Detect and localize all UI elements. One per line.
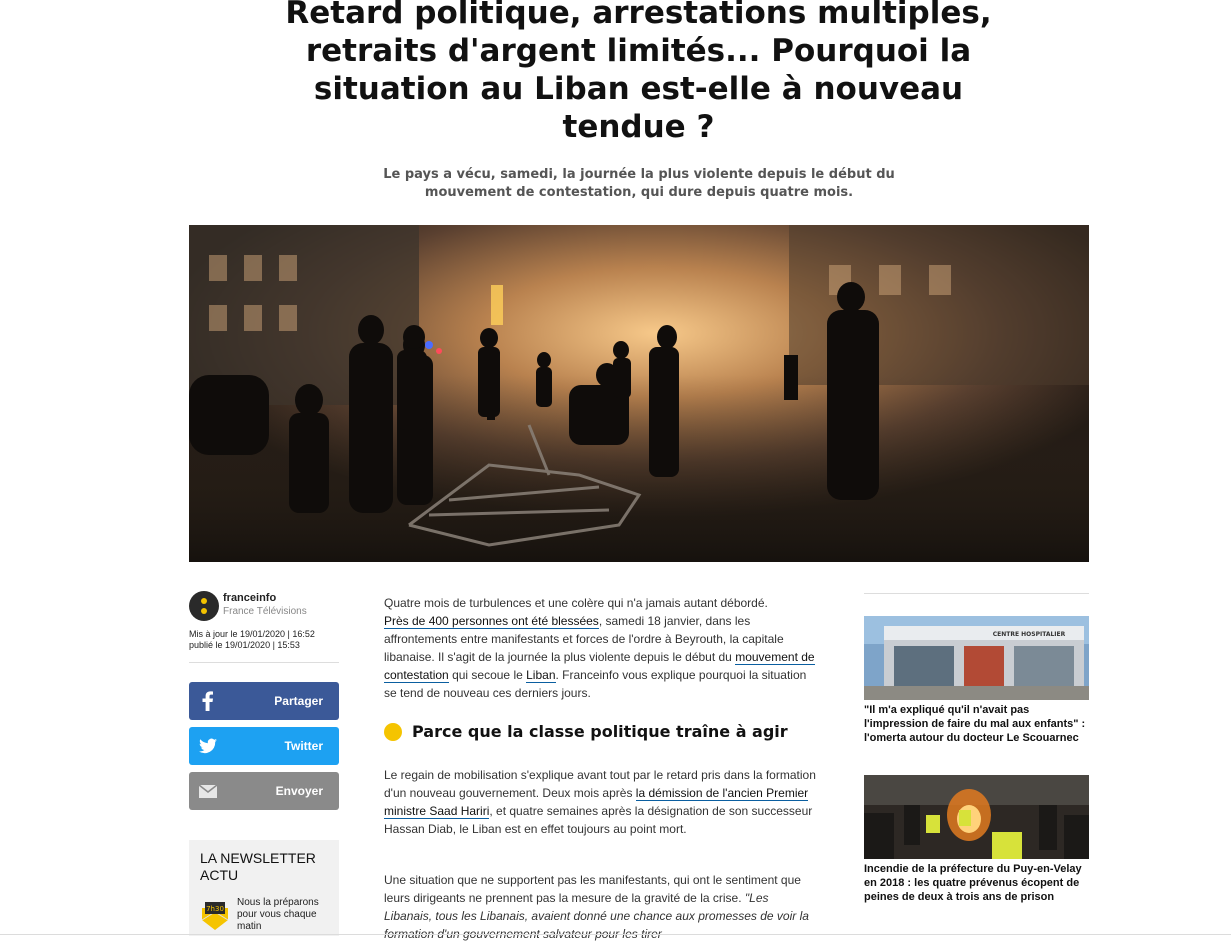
updated-date: Mis à jour le 19/01/2020 | 16:52 <box>189 629 315 639</box>
article-link[interactable]: Près de 400 personnes ont été blessées <box>384 614 599 629</box>
share-twitter-label: Twitter <box>284 739 323 753</box>
newsletter-title: LA NEWSLETTER ACTU <box>200 850 316 883</box>
article-link[interactable]: Liban <box>526 668 556 683</box>
share-facebook-label: Partager <box>274 694 323 708</box>
author-organization: France Télévisions <box>223 606 307 617</box>
article-paragraph: Quatre mois de turbulences et une colère… <box>384 596 815 700</box>
publication-dates: Mis à jour le 19/01/2020 | 16:52 publié … <box>189 629 315 651</box>
share-twitter-button[interactable]: Twitter <box>189 727 339 765</box>
divider <box>864 593 1089 594</box>
newsletter-icon: 7h30 <box>201 902 229 930</box>
yellow-dot-icon <box>384 723 402 741</box>
franceinfo-logo <box>189 591 219 621</box>
author-name[interactable]: franceinfo <box>223 592 276 604</box>
related-article-1-image[interactable]: CENTRE HOSPITALIER <box>864 616 1089 700</box>
envelope-icon <box>198 784 218 798</box>
newsletter-icon-label: 7h30 <box>206 905 224 913</box>
newsletter-box: LA NEWSLETTER ACTU 7h30 Nous la préparon… <box>189 840 339 936</box>
page-bottom-divider <box>0 934 1231 935</box>
related-article-2-title[interactable]: Incendie de la préfecture du Puy-en-Vela… <box>864 862 1089 904</box>
related-article-2-image[interactable] <box>864 775 1089 859</box>
published-date: publié le 19/01/2020 | 15:53 <box>189 640 300 650</box>
share-facebook-button[interactable]: Partager <box>189 682 339 720</box>
article-paragraph: Le regain de mobilisation s'explique ava… <box>384 768 816 836</box>
newsletter-text: Nous la préparons pour vous chaque matin <box>237 897 319 932</box>
hero-image <box>189 225 1089 562</box>
section-heading-text: Parce que la classe politique traîne à a… <box>412 722 788 741</box>
share-email-label: Envoyer <box>275 784 323 798</box>
article-title: Retard politique, arrestations multiples… <box>285 0 992 145</box>
article-subtitle: Le pays a vécu, samedi, la journée la pl… <box>383 167 895 200</box>
share-email-button[interactable]: Envoyer <box>189 772 339 810</box>
article-paragraph: Une situation que ne supportent pas les … <box>384 873 809 941</box>
divider <box>189 662 339 663</box>
related-article-1-title[interactable]: "Il m'a expliqué qu'il n'avait pas l'imp… <box>864 703 1089 745</box>
facebook-icon <box>202 691 213 711</box>
twitter-icon <box>199 738 217 754</box>
hospital-sign-text: CENTRE HOSPITALIER <box>993 631 1066 638</box>
